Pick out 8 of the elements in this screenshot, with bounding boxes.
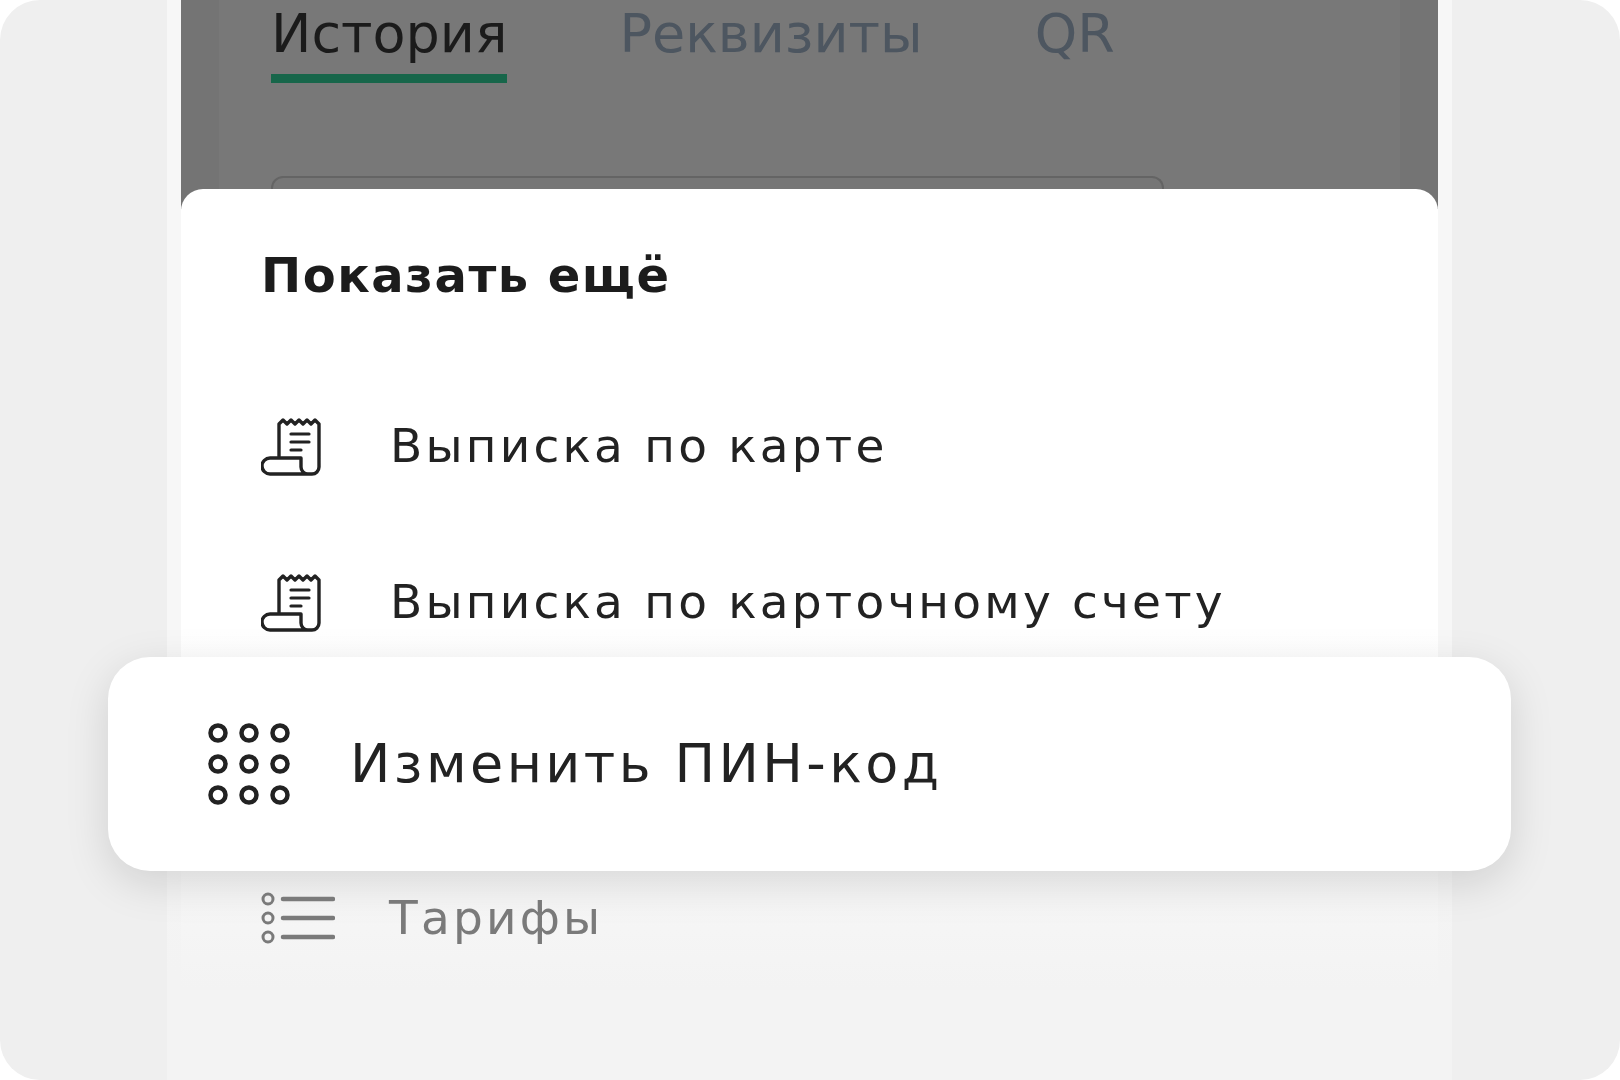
tab[interactable]: История [271,4,508,83]
sheet-title: Показать ещё [261,246,671,305]
menu-item[interactable]: Тарифы [261,888,604,948]
menu-item[interactable]: Выписка по карте [261,416,888,476]
keypad-icon [208,723,290,805]
menu-item[interactable]: Выписка по карточному счету [261,572,1226,632]
list-icon [261,892,335,944]
menu-card[interactable]: Изменить ПИН-код [108,657,1511,871]
